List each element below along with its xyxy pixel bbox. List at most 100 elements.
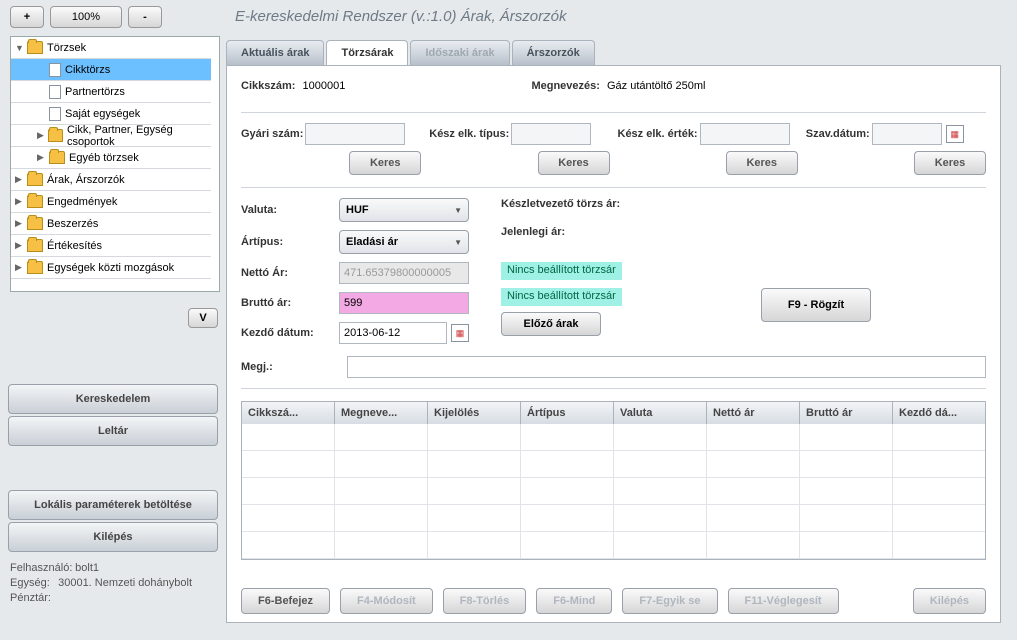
tree-item-4[interactable]: ▶ Cikk, Partner, Egység csoportok xyxy=(11,125,211,147)
grid-col-6[interactable]: Bruttó ár xyxy=(800,402,893,424)
tree-collapse-button[interactable]: V xyxy=(188,308,218,328)
record-button[interactable]: F9 - Rögzít xyxy=(761,288,871,322)
tree-item-8[interactable]: ▶Beszerzés xyxy=(11,213,211,235)
kezdo-label: Kezdő dátum: xyxy=(241,327,339,339)
calendar-icon[interactable]: ▦ xyxy=(451,324,469,342)
keres-2-button[interactable]: Keres xyxy=(538,151,610,175)
netto-input xyxy=(339,262,469,284)
prev-prices-button[interactable]: Előző árak xyxy=(501,312,601,336)
tree-item-label: Partnertörzs xyxy=(65,86,125,98)
f6-mind-button: F6-Mind xyxy=(536,588,612,614)
grid-col-7[interactable]: Kezdő dá... xyxy=(893,402,985,424)
keres-4-button[interactable]: Keres xyxy=(914,151,986,175)
tab-arszorzok[interactable]: Árszorzók xyxy=(512,40,595,65)
jelenlegi-label: Jelenlegi ár: xyxy=(501,226,741,244)
tree-item-10[interactable]: ▶ Egységek közti mozgások xyxy=(11,257,211,279)
tree-item-label: Árak, Árszorzók xyxy=(47,174,125,186)
f6-befejez-button[interactable]: F6-Befejez xyxy=(241,588,330,614)
chevron-right-icon: ▶ xyxy=(15,240,27,251)
folder-icon xyxy=(27,239,43,252)
tab-torzsarak[interactable]: Törzsárak xyxy=(326,40,408,65)
f8-torles-button: F8-Törlés xyxy=(443,588,527,614)
elk-value-label: Kész elk. érték: xyxy=(618,128,698,140)
load-params-button[interactable]: Lokális paraméterek betöltése xyxy=(8,490,218,520)
keres-3-button[interactable]: Keres xyxy=(726,151,798,175)
sku-label: Cikkszám: xyxy=(241,80,295,92)
tree-item-1[interactable]: Cikktörzs xyxy=(11,59,211,81)
price-grid: Cikkszá...Megneve...KijelölésÁrtípusValu… xyxy=(241,401,986,560)
factory-num-input[interactable] xyxy=(305,123,405,145)
elk-type-input[interactable] xyxy=(511,123,591,145)
megj-input[interactable] xyxy=(347,356,986,378)
chevron-right-icon: ▶ xyxy=(37,130,48,141)
elk-value-input[interactable] xyxy=(700,123,790,145)
elk-type-label: Kész elk. típus: xyxy=(429,128,509,140)
commerce-button[interactable]: Kereskedelem xyxy=(8,384,218,414)
inventory-button[interactable]: Leltár xyxy=(8,416,218,446)
file-icon xyxy=(49,63,61,77)
keres-1-button[interactable]: Keres xyxy=(349,151,421,175)
factory-num-label: Gyári szám: xyxy=(241,128,303,140)
zoom-out-button[interactable]: - xyxy=(128,6,162,28)
brutto-input[interactable] xyxy=(339,292,469,314)
folder-icon xyxy=(27,261,43,274)
chevron-right-icon: ▶ xyxy=(15,262,27,273)
folder-icon xyxy=(27,195,43,208)
brutto-label: Bruttó ár: xyxy=(241,297,339,309)
calendar-icon[interactable]: ▦ xyxy=(946,125,964,143)
exit-button[interactable]: Kilépés xyxy=(8,522,218,552)
tree-hscroll[interactable]: ◄ ► xyxy=(11,291,219,292)
zoom-pct-button[interactable]: 100% xyxy=(50,6,122,28)
grid-col-0[interactable]: Cikkszá... xyxy=(242,402,335,424)
zoom-in-button[interactable]: + xyxy=(10,6,44,28)
tree-item-5[interactable]: ▶ Egyéb törzsek xyxy=(11,147,211,169)
status-info: Felhasználó: bolt1 Egység: 30001. Nemzet… xyxy=(10,562,220,607)
tree-item-label: Cikktörzs xyxy=(65,64,110,76)
grid-col-4[interactable]: Valuta xyxy=(614,402,707,424)
artipus-select[interactable]: Eladási ár▼ xyxy=(339,230,469,254)
f7-egyik-button: F7-Egyik se xyxy=(622,588,717,614)
name-value: Gáz utántöltő 250ml xyxy=(607,80,705,92)
tree-item-label: Engedmények xyxy=(47,196,117,208)
folder-icon xyxy=(49,151,65,164)
grid-col-5[interactable]: Nettó ár xyxy=(707,402,800,424)
tree-item-label: Cikk, Partner, Egység csoportok xyxy=(67,124,211,148)
grid-col-1[interactable]: Megneve... xyxy=(335,402,428,424)
tree-item-6[interactable]: ▶Árak, Árszorzók xyxy=(11,169,211,191)
tree-item-9[interactable]: ▶ Értékesítés xyxy=(11,235,211,257)
grid-col-2[interactable]: Kijelölés xyxy=(428,402,521,424)
grid-col-3[interactable]: Ártípus xyxy=(521,402,614,424)
folder-icon xyxy=(27,173,43,186)
tree-item-7[interactable]: ▶ Engedmények xyxy=(11,191,211,213)
netto-label: Nettó Ár: xyxy=(241,267,339,279)
tree-item-3[interactable]: Saját egységek xyxy=(11,103,211,125)
nav-tree: ▼Törzsek Cikktörzs Partnertörzs Saját egysé… xyxy=(10,36,220,292)
tree-item-label: Saját egységek xyxy=(65,108,140,120)
tab-aktualis[interactable]: Aktuális árak xyxy=(226,40,324,65)
tree-item-label: Egységek közti mozgások xyxy=(47,262,174,274)
megj-label: Megj.: xyxy=(241,361,339,373)
sku-value: 1000001 xyxy=(302,80,345,92)
grid-body[interactable] xyxy=(242,424,985,559)
artipus-label: Ártípus: xyxy=(241,236,339,248)
tree-item-label: Értékesítés xyxy=(47,240,102,252)
folder-icon xyxy=(48,129,63,142)
chevron-down-icon: ▼ xyxy=(454,238,462,247)
kezdo-date-input[interactable] xyxy=(339,322,447,344)
tree-item-2[interactable]: Partnertörzs xyxy=(11,81,211,103)
valuta-select[interactable]: HUF▼ xyxy=(339,198,469,222)
chevron-right-icon: ▶ xyxy=(37,152,49,163)
tree-item-label: Beszerzés xyxy=(47,218,98,230)
msg-no-price-2: Nincs beállított törzsár xyxy=(501,288,622,306)
szav-date-label: Szav.dátum: xyxy=(806,128,870,140)
chevron-right-icon: ▶ xyxy=(15,196,27,207)
kilepes-button[interactable]: Kilépés xyxy=(913,588,986,614)
tab-idoszaki: Időszaki árak xyxy=(410,40,509,65)
folder-icon xyxy=(27,217,43,230)
tree-item-0[interactable]: ▼Törzsek xyxy=(11,37,211,59)
valuta-label: Valuta: xyxy=(241,204,339,216)
tree-item-label: Egyéb törzsek xyxy=(69,152,139,164)
file-icon xyxy=(49,107,61,121)
file-icon xyxy=(49,85,61,99)
szav-date-input[interactable] xyxy=(872,123,942,145)
